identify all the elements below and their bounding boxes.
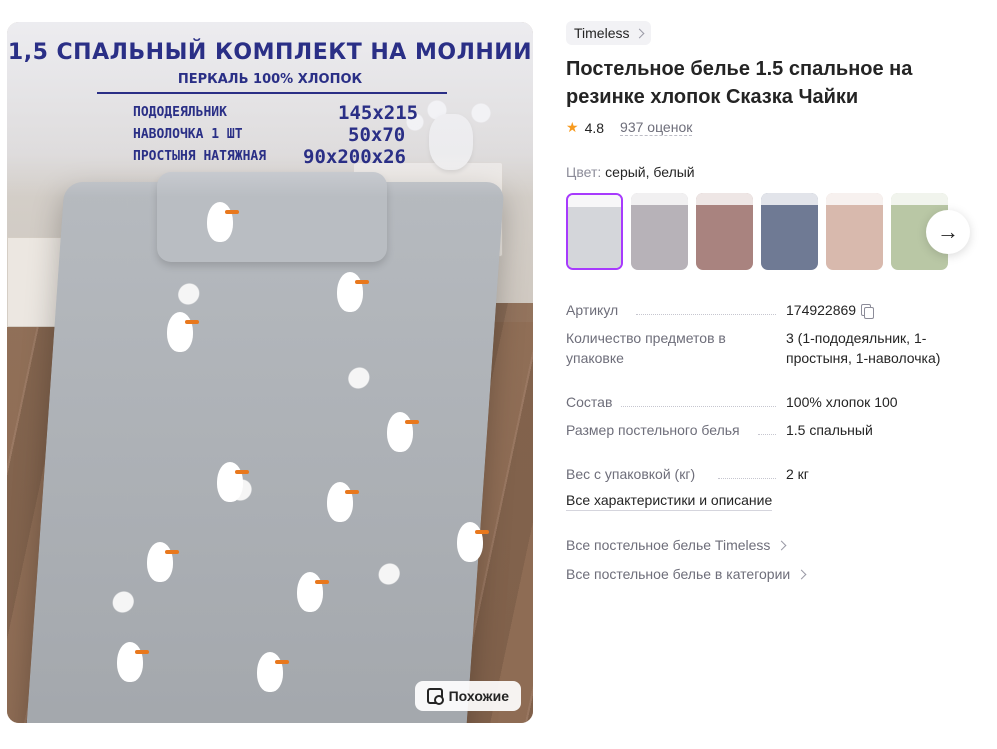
banner-row-value: 90x200x26 bbox=[303, 146, 406, 168]
spec-value: 2 кг bbox=[786, 466, 809, 482]
star-icon: ★ bbox=[566, 119, 579, 135]
dotted-leader bbox=[718, 478, 776, 479]
product-image[interactable]: 1,5 СПАЛЬНЫЙ КОМПЛЕКТ НА МОЛНИИ ПЕРКАЛЬ … bbox=[7, 22, 533, 723]
all-specs-link[interactable]: Все характеристики и описание bbox=[566, 492, 773, 511]
brand-chip[interactable]: Timeless bbox=[566, 21, 651, 45]
spec-key-text: Вес с упаковкой (кг) bbox=[566, 466, 696, 482]
thumbnail-image bbox=[826, 193, 883, 270]
brand-category-link-text: Все постельное белье Timeless bbox=[566, 537, 771, 553]
seagull-print bbox=[457, 522, 489, 562]
product-title: Постельное белье 1.5 спальное на резинке… bbox=[566, 58, 913, 108]
brand-name: Timeless bbox=[574, 25, 630, 41]
chevron-right-icon bbox=[796, 569, 807, 579]
rating[interactable]: ★ 4.8 937 оценок bbox=[566, 119, 693, 136]
spec-value[interactable]: 174922869 bbox=[786, 300, 976, 320]
banner-row-label: ПРОСТЫНЯ НАТЯЖНАЯ bbox=[133, 149, 267, 164]
spec-row: Размер постельного белья 1.5 спальный bbox=[566, 420, 976, 440]
spec-key-text: Артикул bbox=[566, 302, 619, 318]
reviews-link[interactable]: 937 оценок bbox=[620, 119, 693, 136]
spec-value: 1.5 спальный bbox=[786, 422, 873, 438]
spec-row: Количество предметов в упаковке 3 (1-под… bbox=[566, 328, 976, 368]
seagull-print bbox=[257, 652, 289, 692]
search-similar-icon bbox=[426, 688, 444, 705]
arrow-right-icon: → bbox=[937, 219, 959, 244]
dotted-leader bbox=[758, 434, 776, 435]
seagull-print bbox=[217, 462, 249, 502]
dotted-leader bbox=[621, 406, 776, 407]
spec-key: Состав bbox=[566, 392, 786, 412]
seagull-print bbox=[297, 572, 329, 612]
seagull-print bbox=[337, 272, 369, 312]
spec-key: Артикул bbox=[566, 300, 786, 320]
spec-key: Вес с упаковкой (кг) bbox=[566, 464, 786, 484]
color-info: Цвет: серый, белый bbox=[566, 164, 695, 180]
article-number: 174922869 bbox=[786, 302, 857, 318]
banner-row-label: НАВОЛОЧКА 1 ШТ bbox=[133, 127, 243, 142]
thumbnails-next-button[interactable]: → bbox=[926, 210, 970, 254]
banner-row-value: 145x215 bbox=[338, 102, 419, 124]
seagull-print bbox=[147, 542, 179, 582]
color-value: серый, белый bbox=[605, 164, 695, 180]
spec-value: 100% хлопок 100 bbox=[786, 394, 898, 410]
color-thumbnails bbox=[566, 193, 948, 270]
banner-title: 1,5 СПАЛЬНЫЙ КОМПЛЕКТ НА МОЛНИИ bbox=[7, 40, 533, 65]
product-banner: 1,5 СПАЛЬНЫЙ КОМПЛЕКТ НА МОЛНИИ ПЕРКАЛЬ … bbox=[7, 22, 533, 197]
spec-row: Артикул 174922869 bbox=[566, 300, 976, 320]
rating-value: 4.8 bbox=[584, 119, 605, 136]
thumbnail-image bbox=[631, 193, 688, 270]
spec-key: Количество предметов в упаковке bbox=[566, 328, 786, 368]
seagull-print bbox=[207, 202, 239, 242]
spec-key-text: Размер постельного белья bbox=[566, 422, 740, 438]
banner-row-label: ПОДОДЕЯЛЬНИК bbox=[133, 105, 227, 120]
spec-row: Вес с упаковкой (кг) 2 кг bbox=[566, 464, 976, 484]
thumb-grey-seagulls[interactable] bbox=[566, 193, 623, 270]
thumbnail-image bbox=[696, 193, 753, 270]
spec-key-text: Состав bbox=[566, 394, 613, 410]
similar-button[interactable]: Похожие bbox=[414, 681, 521, 711]
category-link-text: Все постельное белье в категории bbox=[566, 566, 791, 582]
color-label: Цвет: bbox=[566, 164, 602, 180]
thumbnail-image bbox=[761, 193, 818, 270]
thumb-pink-floral[interactable] bbox=[826, 193, 883, 270]
bed-with-seagull-duvet bbox=[25, 182, 505, 723]
category-link[interactable]: Все постельное белье в категории bbox=[566, 566, 807, 582]
spec-value: 3 (1-пододеяльник, 1-простыня, 1-наволоч… bbox=[786, 330, 941, 366]
seagull-print bbox=[327, 482, 359, 522]
banner-row-value: 50x70 bbox=[348, 124, 406, 146]
copy-icon[interactable] bbox=[861, 304, 875, 319]
thumb-blue-floral[interactable] bbox=[761, 193, 818, 270]
similar-label: Похожие bbox=[448, 688, 509, 704]
seagull-print bbox=[167, 312, 199, 352]
chevron-right-icon bbox=[776, 540, 787, 550]
banner-divider bbox=[97, 92, 447, 94]
thumb-red-floral[interactable] bbox=[696, 193, 753, 270]
thumbnail-image bbox=[568, 195, 621, 268]
seagull-print bbox=[117, 642, 149, 682]
spec-key: Размер постельного белья bbox=[566, 420, 786, 440]
seagull-print bbox=[387, 412, 419, 452]
thumb-grey-floral[interactable] bbox=[631, 193, 688, 270]
dotted-leader bbox=[636, 314, 776, 315]
spec-key-text: Количество предметов в упаковке bbox=[566, 330, 726, 366]
chevron-right-icon bbox=[634, 28, 644, 38]
banner-subtitle: ПЕРКАЛЬ 100% ХЛОПОК bbox=[177, 72, 363, 87]
brand-category-link[interactable]: Все постельное белье Timeless bbox=[566, 537, 787, 553]
spec-row: Состав 100% хлопок 100 bbox=[566, 392, 976, 412]
